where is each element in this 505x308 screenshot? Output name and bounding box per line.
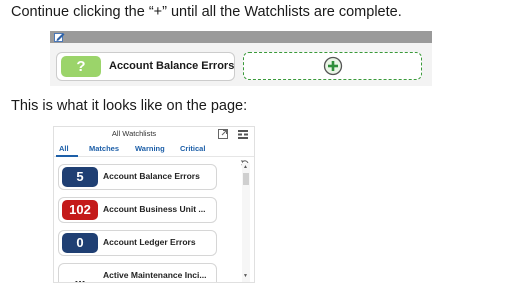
count-badge: 102 [62,200,98,220]
count-badge: 0 [62,233,98,253]
watchlist-item-label: Account Business Unit ... [103,204,206,214]
loading-badge: ... [74,271,86,283]
layout-icon[interactable] [238,130,248,139]
scroll-down-arrow-icon[interactable]: ▼ [243,272,248,280]
tab-all[interactable]: All [59,144,69,153]
watchlist-item[interactable]: ... Active Maintenance Inci... [58,263,217,283]
watchlist-tile-account-balance-errors[interactable]: ? Account Balance Errors [56,52,235,81]
all-watchlists-panel-screenshot: All Watchlists All Matches Warning Criti… [53,126,255,283]
panel-title: All Watchlists [111,129,157,138]
tab-critical[interactable]: Critical [180,144,205,153]
scrollbar-thumb[interactable] [243,173,249,185]
tab-matches[interactable]: Matches [89,144,119,153]
instruction-page-look: This is what it looks like on the page: [11,98,248,114]
watchlist-item-label: Account Balance Errors [103,171,200,181]
scroll-up-arrow-icon[interactable]: ▲ [243,163,248,171]
count-badge: 5 [62,167,98,187]
watchlist-item[interactable]: 5 Account Balance Errors [58,164,217,190]
watchlist-item-label: Active Maintenance Inci... [103,270,207,280]
watchlist-tabs: All Matches Warning Critical [54,142,254,168]
watchlist-tile-label: Account Balance Errors [109,60,235,72]
expand-icon[interactable] [218,129,228,139]
toolbar-bar [50,31,432,43]
add-watchlist-tile[interactable] [243,52,422,80]
watchlist-item-label: Account Ledger Errors [103,237,196,247]
watchlist-item[interactable]: 102 Account Business Unit ... [58,197,217,223]
watchlist-item[interactable]: 0 Account Ledger Errors [58,230,217,256]
tab-warning[interactable]: Warning [135,144,165,153]
watchlist-editor-screenshot: ? Account Balance Errors [50,31,432,86]
active-tab-indicator [56,155,78,157]
unknown-count-badge: ? [61,56,101,77]
add-circle-icon[interactable] [323,56,343,76]
instruction-continue-clicking: Continue clicking the “+” until all the … [11,4,402,20]
pencil-icon[interactable] [54,32,65,42]
